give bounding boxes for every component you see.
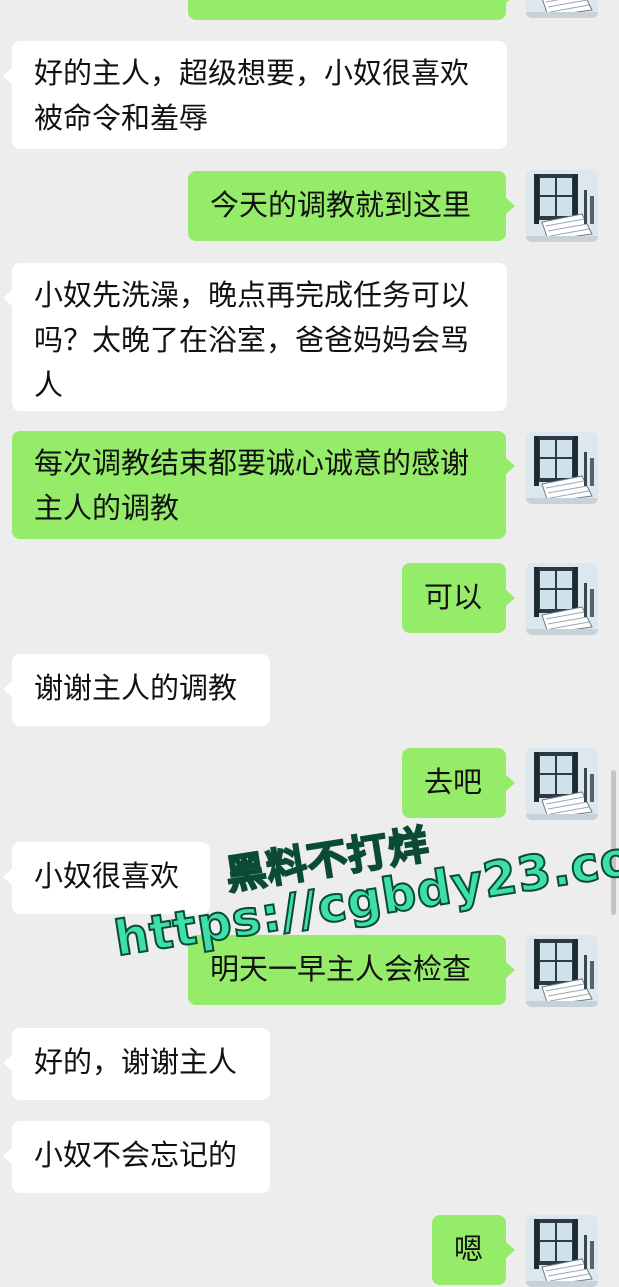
message-bubble-outgoing[interactable]: 嗯 xyxy=(432,1215,515,1285)
window-room-avatar-icon xyxy=(526,1215,598,1287)
avatar[interactable] xyxy=(526,432,598,504)
message-bubble-incoming[interactable]: 好的，谢谢主人 xyxy=(3,1028,270,1100)
message-bubble-outgoing[interactable]: 每次调教结束都要诚心诚意的感谢 主人的调教 xyxy=(12,431,515,539)
avatar[interactable] xyxy=(526,170,598,242)
window-room-avatar-icon xyxy=(526,170,598,242)
message-bubble-outgoing[interactable]: 今天的调教就到这里 xyxy=(188,171,515,241)
message-bubble-incoming[interactable]: 谢谢主人的调教 xyxy=(3,654,270,726)
window-room-avatar-icon xyxy=(526,432,598,504)
avatar[interactable] xyxy=(526,935,598,1007)
chat-area[interactable]: 好的主人，超级想要，小奴很喜欢 被命令和羞辱 今天的调教就到这里 小奴先洗澡，晚… xyxy=(0,0,619,1287)
window-room-avatar-icon xyxy=(526,563,598,635)
message-bubble-outgoing[interactable] xyxy=(188,0,515,20)
avatar[interactable] xyxy=(526,563,598,635)
message-bubble-incoming[interactable]: 小奴不会忘记的 xyxy=(3,1121,270,1193)
window-room-avatar-icon xyxy=(526,935,598,1007)
message-bubble-incoming[interactable]: 好的主人，超级想要，小奴很喜欢 被命令和羞辱 xyxy=(3,41,507,149)
avatar[interactable] xyxy=(526,0,598,18)
message-bubble-outgoing[interactable]: 可以 xyxy=(402,563,515,633)
avatar[interactable] xyxy=(526,1215,598,1287)
window-room-avatar-icon xyxy=(526,0,598,18)
message-bubble-incoming[interactable]: 小奴先洗澡，晚点再完成任务可以 吗？太晚了在浴室，爸爸妈妈会骂 人 xyxy=(3,263,507,411)
